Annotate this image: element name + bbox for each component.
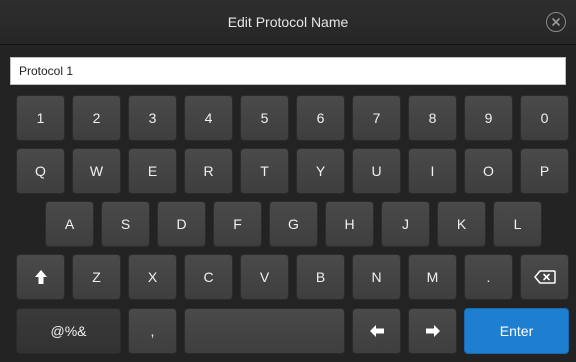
key-c[interactable]: C xyxy=(184,254,233,300)
key-m[interactable]: M xyxy=(408,254,457,300)
close-icon xyxy=(552,18,560,26)
key-k[interactable]: K xyxy=(437,201,486,247)
key-t[interactable]: T xyxy=(240,148,289,194)
key-v[interactable]: V xyxy=(240,254,289,300)
key-i[interactable]: I xyxy=(408,148,457,194)
key-8[interactable]: 8 xyxy=(408,95,457,141)
key-e[interactable]: E xyxy=(128,148,177,194)
key-s[interactable]: S xyxy=(101,201,150,247)
key-d[interactable]: D xyxy=(157,201,206,247)
title-bar: Edit Protocol Name xyxy=(0,0,576,45)
key-x[interactable]: X xyxy=(128,254,177,300)
key-5[interactable]: 5 xyxy=(240,95,289,141)
key-n[interactable]: N xyxy=(352,254,401,300)
key-q[interactable]: Q xyxy=(16,148,65,194)
key-period[interactable]: . xyxy=(464,254,513,300)
key-z[interactable]: Z xyxy=(72,254,121,300)
backspace-key[interactable] xyxy=(520,254,569,300)
symbols-key[interactable]: @%& xyxy=(16,308,121,354)
close-button[interactable] xyxy=(546,12,566,32)
key-o[interactable]: O xyxy=(464,148,513,194)
space-key[interactable] xyxy=(184,308,345,354)
key-p[interactable]: P xyxy=(520,148,569,194)
edit-protocol-name-dialog: Edit Protocol Name 1 2 3 4 5 6 7 8 9 0 Q… xyxy=(0,0,576,362)
key-6[interactable]: 6 xyxy=(296,95,345,141)
arrow-right-icon xyxy=(425,325,440,337)
key-y[interactable]: Y xyxy=(296,148,345,194)
key-0[interactable]: 0 xyxy=(520,95,569,141)
key-r[interactable]: R xyxy=(184,148,233,194)
key-4[interactable]: 4 xyxy=(184,95,233,141)
backspace-icon xyxy=(533,270,556,284)
shift-key[interactable] xyxy=(16,254,65,300)
key-9[interactable]: 9 xyxy=(464,95,513,141)
key-1[interactable]: 1 xyxy=(16,95,65,141)
dialog-title: Edit Protocol Name xyxy=(227,14,349,30)
cursor-right-key[interactable] xyxy=(408,308,457,354)
key-g[interactable]: G xyxy=(269,201,318,247)
key-b[interactable]: B xyxy=(296,254,345,300)
key-w[interactable]: W xyxy=(72,148,121,194)
key-l[interactable]: L xyxy=(493,201,542,247)
key-7[interactable]: 7 xyxy=(352,95,401,141)
key-f[interactable]: F xyxy=(213,201,262,247)
key-j[interactable]: J xyxy=(381,201,430,247)
protocol-name-input[interactable] xyxy=(10,57,566,85)
shift-arrow-icon xyxy=(34,270,47,284)
enter-button[interactable]: Enter xyxy=(464,308,569,354)
key-comma[interactable]: , xyxy=(128,308,177,354)
key-2[interactable]: 2 xyxy=(72,95,121,141)
key-h[interactable]: H xyxy=(325,201,374,247)
arrow-left-icon xyxy=(369,325,384,337)
key-u[interactable]: U xyxy=(352,148,401,194)
key-a[interactable]: A xyxy=(45,201,94,247)
key-3[interactable]: 3 xyxy=(128,95,177,141)
cursor-left-key[interactable] xyxy=(352,308,401,354)
